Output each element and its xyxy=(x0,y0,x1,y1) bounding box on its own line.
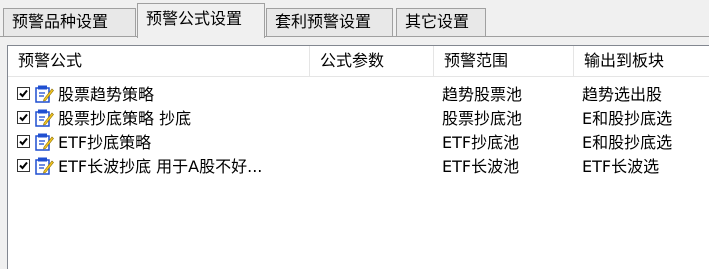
alert-range: 趋势股票池 xyxy=(442,85,523,104)
row-checkbox[interactable] xyxy=(17,135,30,148)
checkmark-icon xyxy=(19,161,28,170)
checkmark-icon xyxy=(19,137,28,146)
formula-params xyxy=(318,83,428,107)
formula-params xyxy=(318,107,428,131)
alert-settings-window: 预警品种设置 套利预警设置 其它设置 预警公式设置 预警公式 公式参数 预警范围… xyxy=(0,0,709,269)
formula-list[interactable]: 预警公式 公式参数 预警范围 输出到板块 股票趋势策略 趋势股票池 趋势选出股 xyxy=(7,45,709,269)
formula-name: ETF抄底策略 xyxy=(58,133,152,152)
formula-edit-icon xyxy=(35,133,54,151)
column-header-range[interactable]: 预警范围 xyxy=(434,46,574,76)
output-block: 趋势选出股 xyxy=(582,85,663,104)
row-checkbox[interactable] xyxy=(17,87,30,100)
formula-params xyxy=(318,155,428,179)
formula-params xyxy=(318,131,428,155)
list-header: 预警公式 公式参数 预警范围 输出到板块 xyxy=(8,46,709,77)
table-row[interactable]: 股票趋势策略 趋势股票池 趋势选出股 xyxy=(8,83,709,107)
column-header-formula[interactable]: 预警公式 xyxy=(8,46,310,76)
checkmark-icon xyxy=(19,89,28,98)
row-checkbox[interactable] xyxy=(17,111,30,124)
formula-edit-icon xyxy=(35,85,54,103)
alert-range: ETF抄底池 xyxy=(442,133,520,152)
tab-alert-varieties[interactable]: 预警品种设置 xyxy=(3,8,136,36)
checkmark-icon xyxy=(19,113,28,122)
tab-other-settings[interactable]: 其它设置 xyxy=(396,8,486,36)
formula-name: ETF长波抄底 用于A股不好... xyxy=(58,157,263,176)
row-checkbox[interactable] xyxy=(17,159,30,172)
tab-arbitrage-alert[interactable]: 套利预警设置 xyxy=(266,8,393,36)
formula-name: 股票抄底策略 抄底 xyxy=(58,109,192,128)
table-row[interactable]: ETF长波抄底 用于A股不好... ETF长波池 ETF长波选 xyxy=(8,155,709,179)
tab-strip: 预警品种设置 套利预警设置 其它设置 预警公式设置 xyxy=(0,0,709,38)
formula-edit-icon xyxy=(35,109,54,127)
output-block: E和股抄底选 xyxy=(582,133,673,152)
alert-range: 股票抄底池 xyxy=(442,109,523,128)
output-block: E和股抄底选 xyxy=(582,109,673,128)
tab-divider xyxy=(0,36,709,37)
formula-name: 股票趋势策略 xyxy=(58,85,155,104)
tab-alert-formula[interactable]: 预警公式设置 xyxy=(137,3,265,38)
table-row[interactable]: ETF抄底策略 ETF抄底池 E和股抄底选 xyxy=(8,131,709,155)
output-block: ETF长波选 xyxy=(582,157,660,176)
column-header-output[interactable]: 输出到板块 xyxy=(574,46,709,76)
alert-range: ETF长波池 xyxy=(442,157,520,176)
formula-edit-icon xyxy=(35,157,54,175)
table-row[interactable]: 股票抄底策略 抄底 股票抄底池 E和股抄底选 xyxy=(8,107,709,131)
column-header-params[interactable]: 公式参数 xyxy=(310,46,434,76)
